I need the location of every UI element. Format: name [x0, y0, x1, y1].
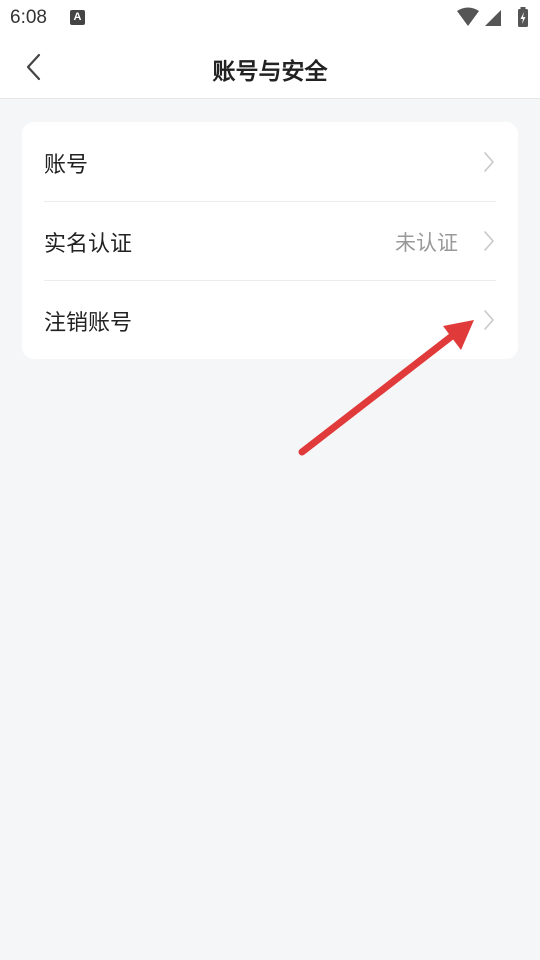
status-icons [456, 6, 532, 30]
row-label: 账号 [44, 153, 89, 178]
settings-card: 账号 实名认证 未认证 注销账号 [22, 122, 518, 359]
nav-bar: 账号与安全 [0, 36, 540, 99]
settings-row-account[interactable]: 账号 [22, 122, 518, 201]
verification-status: 未认证 [395, 231, 458, 255]
status-time: 6:08 [10, 7, 47, 28]
page-title: 账号与安全 [212, 59, 328, 85]
row-label: 实名认证 [44, 232, 133, 257]
status-bar: 6:08 A [0, 0, 540, 36]
settings-row-real-name-verification[interactable]: 实名认证 未认证 [22, 201, 518, 280]
cellular-signal-icon [485, 10, 501, 26]
chevron-right-icon [484, 231, 494, 251]
settings-row-delete-account[interactable]: 注销账号 [22, 280, 518, 359]
chevron-right-icon [484, 152, 494, 172]
wifi-icon [457, 7, 479, 26]
row-label: 注销账号 [44, 311, 133, 336]
battery-charging-icon [518, 7, 528, 27]
a-notification-icon: A [70, 10, 85, 25]
chevron-right-icon [484, 310, 494, 330]
